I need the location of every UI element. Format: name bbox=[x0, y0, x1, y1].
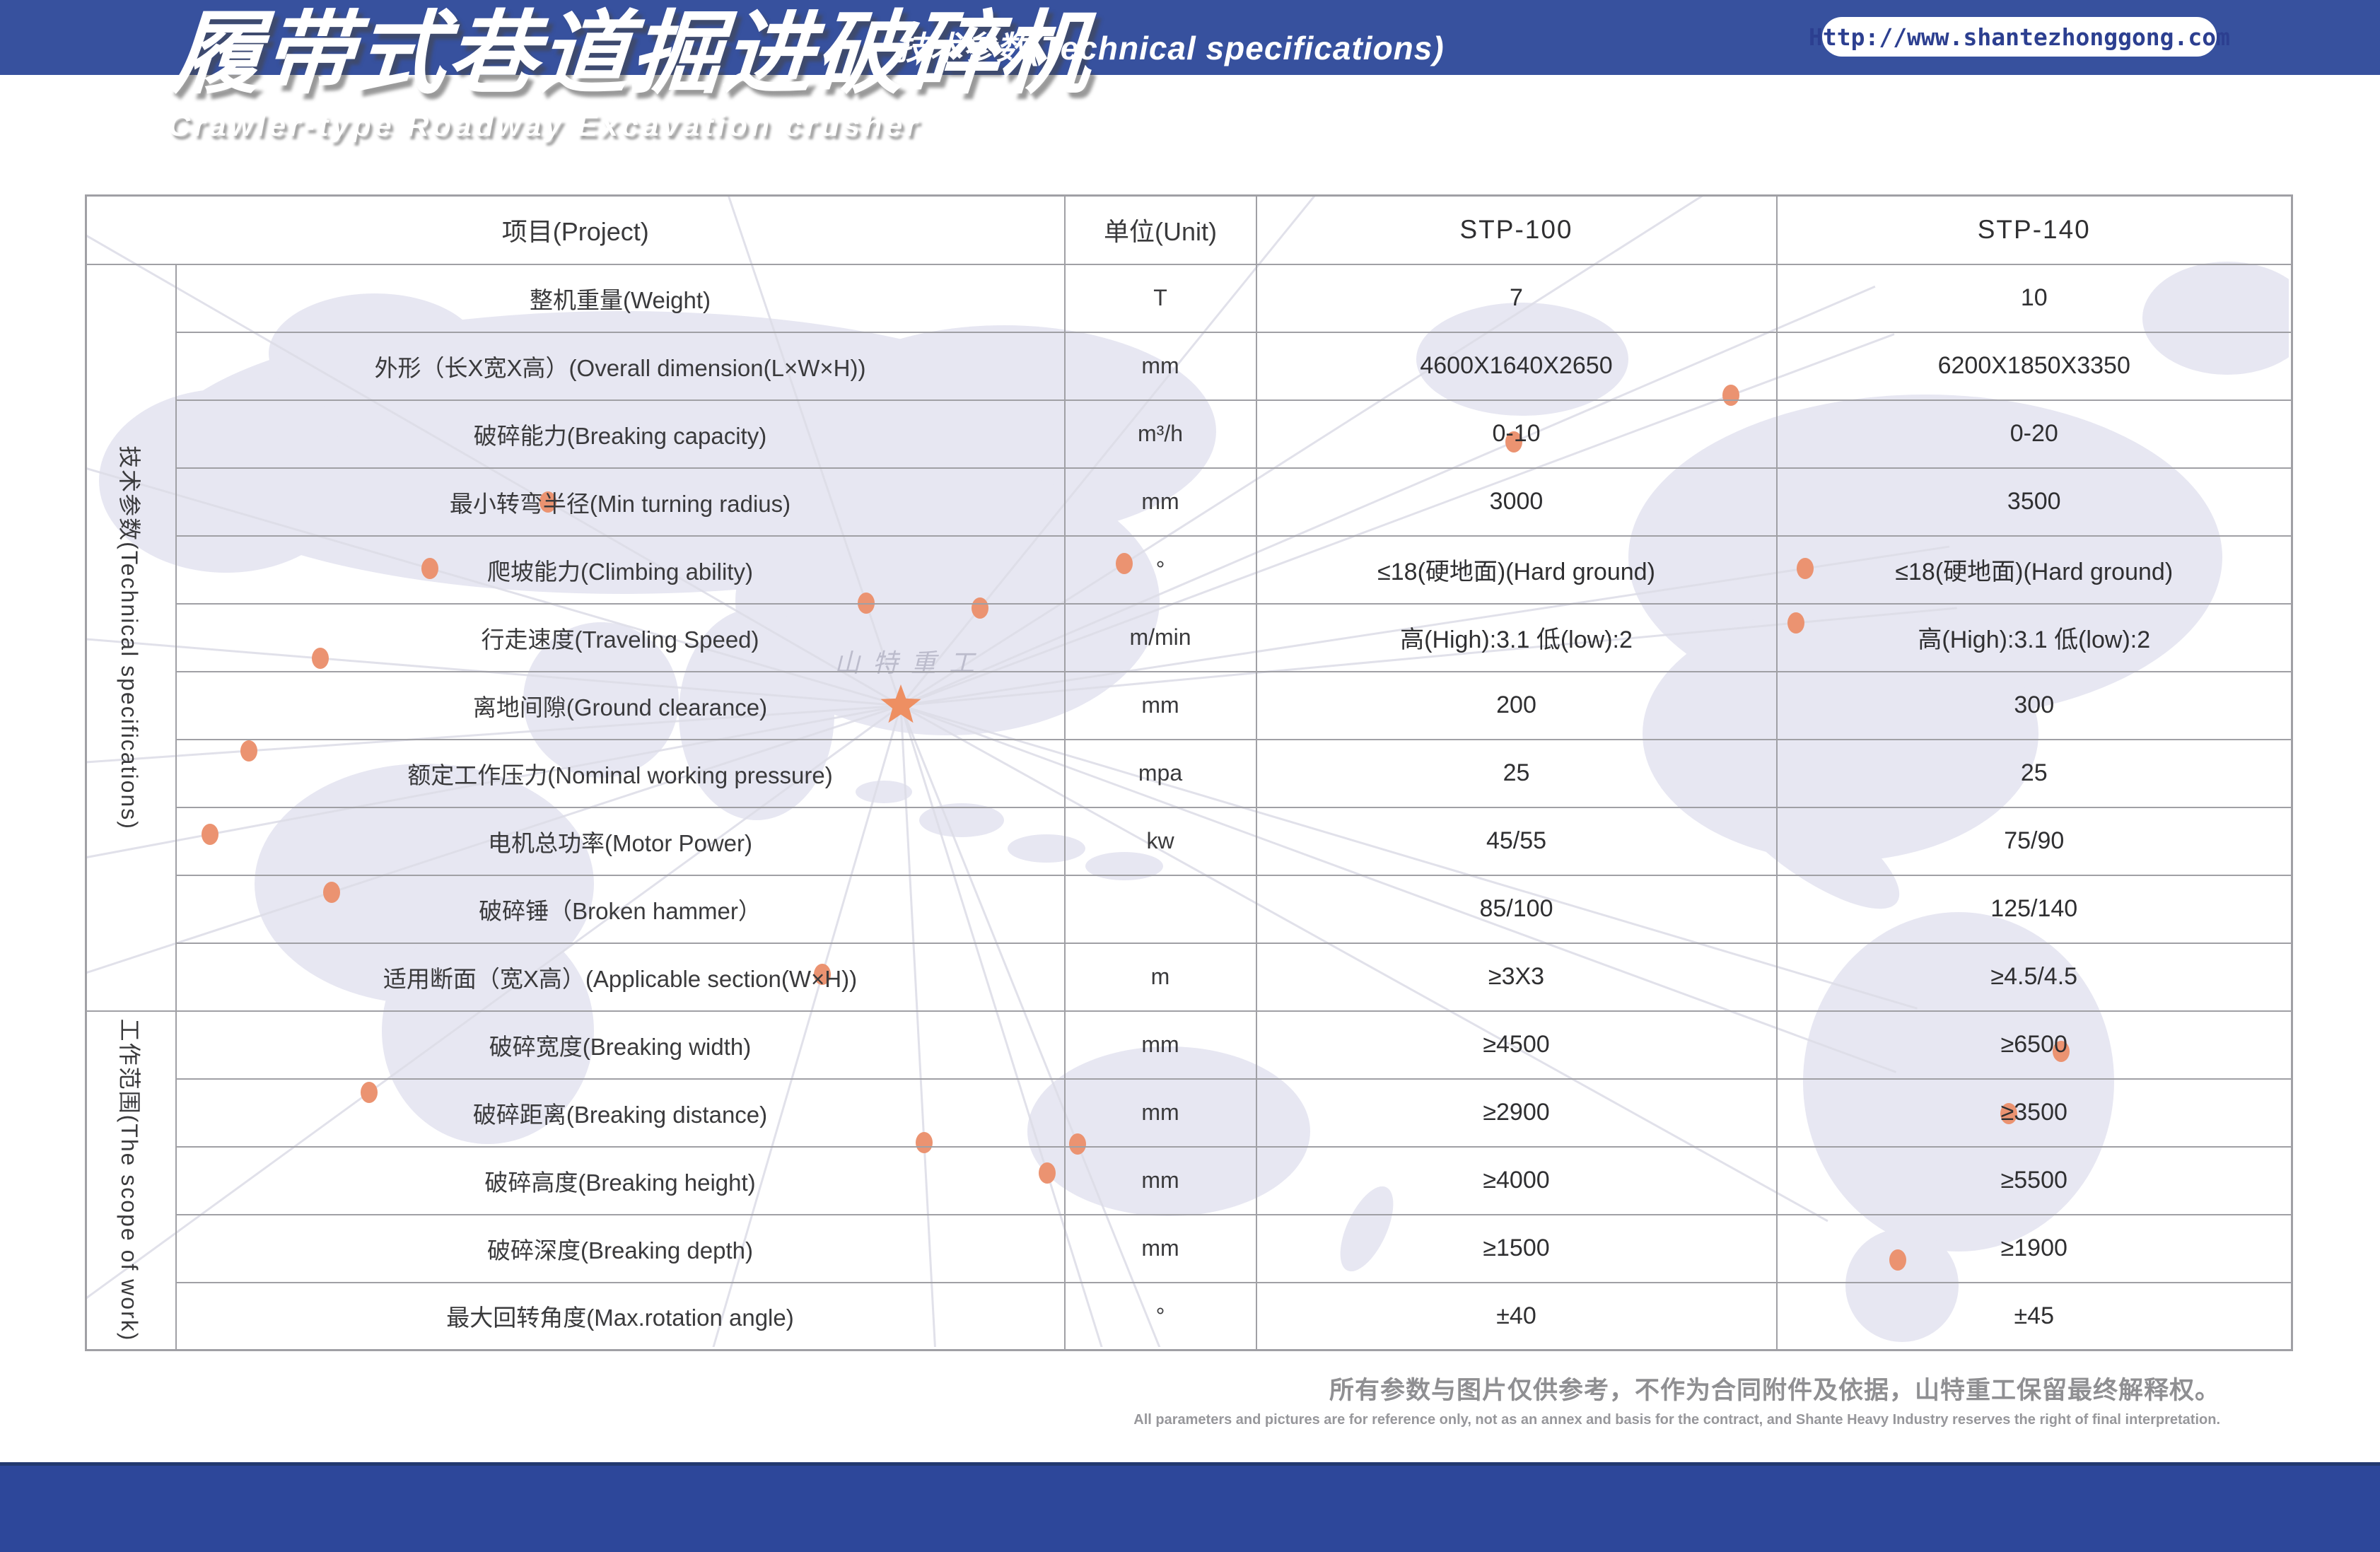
cell-stp140-value: 高(High):3.1 低(low):2 bbox=[1777, 604, 2292, 672]
cell-stp140-value: ≥4.5/4.5 bbox=[1777, 943, 2292, 1011]
group-label-text: 技术参数(Technical specifications) bbox=[115, 445, 147, 830]
cell-stp140-value: ≥5500 bbox=[1777, 1147, 2292, 1215]
table-row: 适用断面（宽X高）(Applicable section(W×H))m≥3X3≥… bbox=[86, 943, 2292, 1011]
cell-stp140-value: ≥3500 bbox=[1777, 1079, 2292, 1147]
cell-stp140-value: 300 bbox=[1777, 672, 2292, 740]
cell-project: 整机重量(Weight) bbox=[176, 264, 1065, 332]
cell-stp140-value: 3500 bbox=[1777, 468, 2292, 536]
cell-stp100-value: 7 bbox=[1256, 264, 1777, 332]
table-row: 破碎深度(Breaking depth)mm≥1500≥1900 bbox=[86, 1215, 2292, 1283]
cell-project: 电机总功率(Motor Power) bbox=[176, 807, 1065, 875]
cell-stp140-value: ±45 bbox=[1777, 1283, 2292, 1350]
group-label-scope-of-work: 工作范围(The scope of work) bbox=[86, 1011, 176, 1350]
cell-unit: mm bbox=[1065, 1011, 1256, 1079]
cell-unit: mm bbox=[1065, 332, 1256, 400]
cell-stp100-value: ≥2900 bbox=[1256, 1079, 1777, 1147]
cell-unit: ° bbox=[1065, 1283, 1256, 1350]
cell-unit: kw bbox=[1065, 807, 1256, 875]
table-row: 爬坡能力(Climbing ability)°≤18(硬地面)(Hard gro… bbox=[86, 536, 2292, 604]
cell-stp140-value: 10 bbox=[1777, 264, 2292, 332]
disclaimer-english: All parameters and pictures are for refe… bbox=[1133, 1412, 2220, 1428]
cell-unit: T bbox=[1065, 264, 1256, 332]
table-row: 破碎能力(Breaking capacity)m³/h0-100-20 bbox=[86, 400, 2292, 468]
cell-stp100-value: 25 bbox=[1256, 740, 1777, 807]
cell-project: 外形（长X宽X高）(Overall dimension(L×W×H)) bbox=[176, 332, 1065, 400]
cell-project: 破碎锤（Broken hammer） bbox=[176, 875, 1065, 943]
table-row: 行走速度(Traveling Speed)m/min高(High):3.1 低(… bbox=[86, 604, 2292, 672]
cell-unit: ° bbox=[1065, 536, 1256, 604]
page-title-english: Crawler-type Roadway Excavation crusher bbox=[168, 109, 1087, 144]
table-row: 破碎高度(Breaking height)mm≥4000≥5500 bbox=[86, 1147, 2292, 1215]
cell-project: 行走速度(Traveling Speed) bbox=[176, 604, 1065, 672]
cell-stp100-value: ≥4000 bbox=[1256, 1147, 1777, 1215]
cell-stp100-value: 200 bbox=[1256, 672, 1777, 740]
cell-stp140-value: ≥1900 bbox=[1777, 1215, 2292, 1283]
table-row: 破碎锤（Broken hammer） 85/100125/140 bbox=[86, 875, 2292, 943]
table-header-row: 项目(Project) 单位(Unit) STP-100 STP-140 bbox=[86, 196, 2292, 264]
website-url-text: Http://www.shantezhonggong.com bbox=[1809, 23, 2230, 51]
section-title: 技术参数(Technical specifications) bbox=[897, 23, 1445, 69]
cell-unit: mm bbox=[1065, 468, 1256, 536]
column-header-stp100: STP-100 bbox=[1256, 196, 1777, 264]
cell-unit: m bbox=[1065, 943, 1256, 1011]
cell-unit: m³/h bbox=[1065, 400, 1256, 468]
table-row: 工作范围(The scope of work)破碎宽度(Breaking wid… bbox=[86, 1011, 2292, 1079]
cell-project: 破碎宽度(Breaking width) bbox=[176, 1011, 1065, 1079]
table-row: 最小转弯半径(Min turning radius)mm30003500 bbox=[86, 468, 2292, 536]
cell-stp100-value: ±40 bbox=[1256, 1283, 1777, 1350]
cell-unit: m/min bbox=[1065, 604, 1256, 672]
table-row: 外形（长X宽X高）(Overall dimension(L×W×H))mm460… bbox=[86, 332, 2292, 400]
cell-project: 最小转弯半径(Min turning radius) bbox=[176, 468, 1065, 536]
column-header-unit: 单位(Unit) bbox=[1065, 196, 1256, 264]
cell-unit bbox=[1065, 875, 1256, 943]
table-row: 额定工作压力(Nominal working pressure)mpa2525 bbox=[86, 740, 2292, 807]
cell-stp100-value: ≤18(硬地面)(Hard ground) bbox=[1256, 536, 1777, 604]
table-row: 电机总功率(Motor Power)kw45/5575/90 bbox=[86, 807, 2292, 875]
table-row: 离地间隙(Ground clearance)mm200300 bbox=[86, 672, 2292, 740]
table-row: 破碎距离(Breaking distance)mm≥2900≥3500 bbox=[86, 1079, 2292, 1147]
cell-stp140-value: 6200X1850X3350 bbox=[1777, 332, 2292, 400]
cell-unit: mm bbox=[1065, 1215, 1256, 1283]
column-header-stp140: STP-140 bbox=[1777, 196, 2292, 264]
table-row: 技术参数(Technical specifications)整机重量(Weigh… bbox=[86, 264, 2292, 332]
column-header-project: 项目(Project) bbox=[86, 196, 1065, 264]
cell-project: 爬坡能力(Climbing ability) bbox=[176, 536, 1065, 604]
cell-project: 破碎距离(Breaking distance) bbox=[176, 1079, 1065, 1147]
website-url-pill[interactable]: Http://www.shantezhonggong.com bbox=[1822, 17, 2217, 57]
cell-project: 适用断面（宽X高）(Applicable section(W×H)) bbox=[176, 943, 1065, 1011]
cell-project: 额定工作压力(Nominal working pressure) bbox=[176, 740, 1065, 807]
cell-stp140-value: ≤18(硬地面)(Hard ground) bbox=[1777, 536, 2292, 604]
cell-stp140-value: ≥6500 bbox=[1777, 1011, 2292, 1079]
disclaimer-chinese: 所有参数与图片仅供参考，不作为合同附件及依据，山特重工保留最终解释权。 bbox=[1133, 1370, 2220, 1406]
cell-stp100-value: 45/55 bbox=[1256, 807, 1777, 875]
cell-stp100-value: ≥4500 bbox=[1256, 1011, 1777, 1079]
cell-stp140-value: 25 bbox=[1777, 740, 2292, 807]
group-label-technical-specs: 技术参数(Technical specifications) bbox=[86, 264, 176, 1011]
footer-bar bbox=[0, 1462, 2380, 1552]
spec-table-body: 技术参数(Technical specifications) 整机重量(Weigh… bbox=[86, 264, 2292, 1350]
cell-stp100-value: 4600X1640X2650 bbox=[1256, 332, 1777, 400]
table-row: 最大回转角度(Max.rotation angle)°±40±45 bbox=[86, 1283, 2292, 1350]
cell-unit: mm bbox=[1065, 672, 1256, 740]
footer-disclaimer: 所有参数与图片仅供参考，不作为合同附件及依据，山特重工保留最终解释权。 All … bbox=[1133, 1370, 2220, 1428]
cell-stp100-value: ≥1500 bbox=[1256, 1215, 1777, 1283]
cell-stp100-value: 3000 bbox=[1256, 468, 1777, 536]
cell-stp140-value: 0-20 bbox=[1777, 400, 2292, 468]
cell-stp100-value: 0-10 bbox=[1256, 400, 1777, 468]
cell-project: 破碎深度(Breaking depth) bbox=[176, 1215, 1065, 1283]
cell-unit: mpa bbox=[1065, 740, 1256, 807]
cell-unit: mm bbox=[1065, 1079, 1256, 1147]
cell-stp100-value: ≥3X3 bbox=[1256, 943, 1777, 1011]
cell-project: 最大回转角度(Max.rotation angle) bbox=[176, 1283, 1065, 1350]
cell-stp140-value: 125/140 bbox=[1777, 875, 2292, 943]
cell-stp140-value: 75/90 bbox=[1777, 807, 2292, 875]
cell-stp100-value: 高(High):3.1 低(low):2 bbox=[1256, 604, 1777, 672]
cell-project: 离地间隙(Ground clearance) bbox=[176, 672, 1065, 740]
cell-project: 破碎能力(Breaking capacity) bbox=[176, 400, 1065, 468]
group-label-text: 工作范围(The scope of work) bbox=[115, 1019, 147, 1342]
cell-unit: mm bbox=[1065, 1147, 1256, 1215]
spec-table: 项目(Project) 单位(Unit) STP-100 STP-140 技术参… bbox=[85, 194, 2293, 1351]
cell-stp100-value: 85/100 bbox=[1256, 875, 1777, 943]
cell-project: 破碎高度(Breaking height) bbox=[176, 1147, 1065, 1215]
